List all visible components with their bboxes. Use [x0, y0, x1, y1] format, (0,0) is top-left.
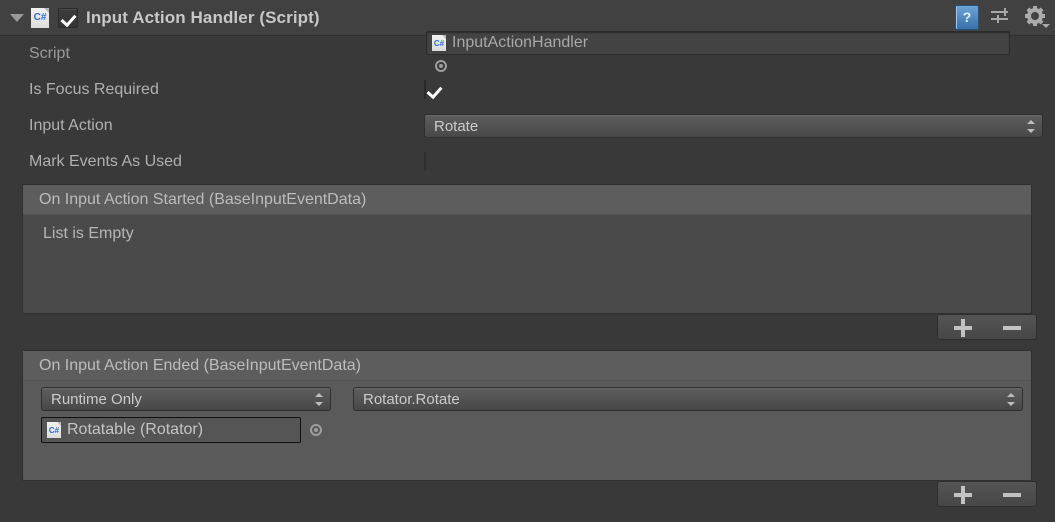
property-row-input-action: Input Action Rotate	[0, 108, 1055, 144]
property-row-script: Script C# InputActionHandler	[0, 31, 1055, 72]
function-value: Rotator.Rotate	[363, 390, 460, 408]
component-title: Input Action Handler (Script)	[86, 7, 320, 27]
event-list-on-input-action-started: On Input Action Started (BaseInputEventD…	[22, 184, 1032, 314]
preset-sliders-icon[interactable]	[991, 7, 1013, 28]
property-row-mark-events-as-used: Mark Events As Used	[0, 144, 1055, 180]
target-object-field[interactable]: C# Rotatable (Rotator)	[41, 417, 301, 443]
event-list-header[interactable]: On Input Action Started (BaseInputEventD…	[23, 185, 1031, 215]
call-state-dropdown-wrap: Runtime Only	[41, 387, 331, 411]
call-state-dropdown[interactable]: Runtime Only	[41, 387, 331, 411]
function-dropdown[interactable]: Rotator.Rotate	[353, 387, 1023, 411]
event-list-title: On Input Action Started (BaseInputEventD…	[39, 190, 367, 208]
target-object-row: C# Rotatable (Rotator)	[41, 417, 351, 443]
add-event-button-started[interactable]	[943, 315, 983, 339]
script-value: InputActionHandler	[452, 34, 589, 51]
component-enabled-checkbox[interactable]	[58, 7, 78, 28]
script-field[interactable]: C# InputActionHandler	[426, 31, 1036, 77]
property-label-input-action: Input Action	[29, 117, 113, 134]
event-list-header[interactable]: On Input Action Ended (BaseInputEventDat…	[23, 351, 1031, 381]
mark-events-as-used-checkbox[interactable]	[424, 152, 426, 171]
gear-icon[interactable]	[1025, 5, 1050, 29]
event-list-body[interactable]: Runtime Only Rotator.Rotate C# Rotatable…	[23, 381, 1031, 480]
target-object-value: Rotatable (Rotator)	[67, 421, 204, 438]
script-object-field[interactable]: C# InputActionHandler	[426, 31, 1010, 55]
chevron-updown-icon	[1027, 119, 1036, 134]
chevron-down-icon	[10, 13, 24, 22]
input-action-value: Rotate	[434, 117, 479, 135]
property-label-mark-events-as-used: Mark Events As Used	[29, 153, 182, 170]
chevron-updown-icon	[1007, 392, 1016, 407]
add-event-button-ended[interactable]	[943, 482, 983, 506]
event-list-title: On Input Action Ended (BaseInputEventDat…	[39, 356, 361, 374]
target-object-picker-icon[interactable]	[305, 419, 327, 441]
input-action-dropdown[interactable]: Rotate	[424, 114, 1043, 138]
property-label-is-focus-required: Is Focus Required	[29, 81, 159, 98]
csharp-script-icon: C#	[31, 7, 49, 28]
chevron-updown-icon	[315, 392, 324, 407]
event-list-started-footer-buttons	[937, 314, 1037, 340]
property-row-is-focus-required: Is Focus Required	[0, 72, 1055, 108]
remove-event-button-ended[interactable]	[992, 482, 1032, 506]
help-book-icon[interactable]: ?	[955, 5, 979, 30]
event-list-empty-message: List is Empty	[43, 225, 134, 242]
call-state-value: Runtime Only	[51, 390, 142, 408]
remove-event-button-started[interactable]	[992, 315, 1032, 339]
function-dropdown-wrap: Rotator.Rotate	[353, 387, 1023, 411]
is-focus-required-checkbox[interactable]	[424, 80, 426, 99]
event-list-ended-footer-buttons	[937, 481, 1037, 507]
csharp-file-icon: C#	[47, 422, 61, 438]
foldout-toggle[interactable]	[6, 7, 28, 29]
event-list-on-input-action-ended: On Input Action Ended (BaseInputEventDat…	[22, 350, 1032, 481]
event-list-body[interactable]: List is Empty	[23, 215, 1031, 313]
property-label-script: Script	[29, 45, 70, 62]
inspector-panel: C# Input Action Handler (Script) ? Scrip…	[0, 0, 1055, 522]
csharp-file-icon: C#	[432, 35, 446, 51]
event-entry: Runtime Only Rotator.Rotate C# Rotatable…	[23, 381, 1031, 451]
